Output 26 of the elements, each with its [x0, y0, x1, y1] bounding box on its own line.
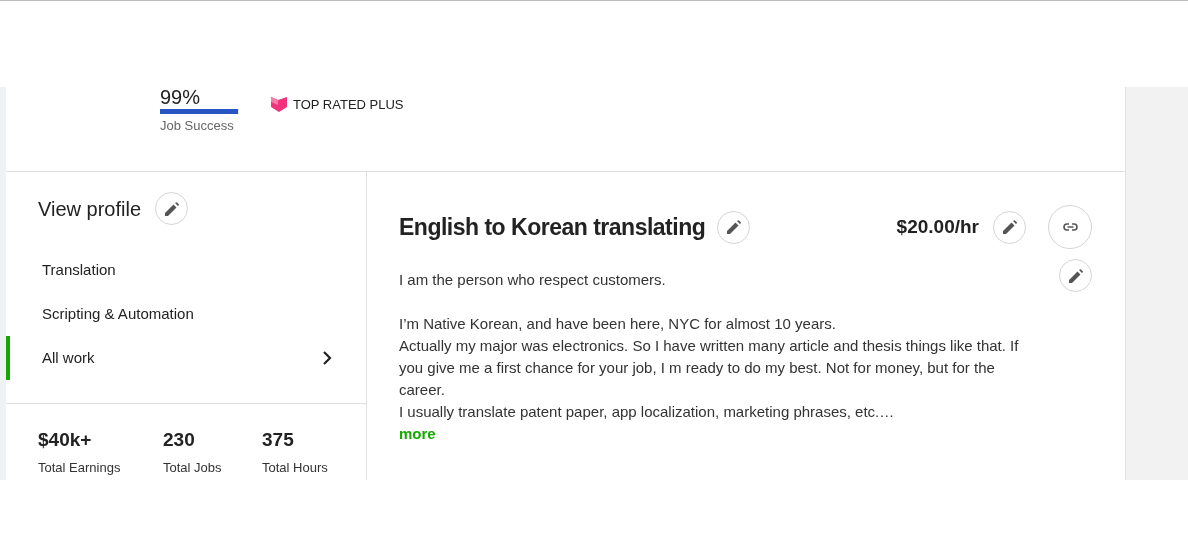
- badge-icon: [271, 97, 287, 113]
- top-rated-badge-label: TOP RATED PLUS: [293, 96, 404, 114]
- stat-value: 375: [262, 428, 295, 452]
- sidebar-item[interactable]: Scripting & Automation: [6, 292, 366, 336]
- stat-label: Total Hours: [262, 458, 329, 477]
- stat-value: $40k+: [38, 428, 93, 452]
- edit-icon: [1068, 268, 1083, 283]
- description-paragraph: I’m Native Korean, and have been here, NYC for almost 10 years.: [399, 314, 837, 334]
- chevron-right-icon: [322, 350, 332, 366]
- job-success-label: Job Success: [160, 117, 235, 135]
- edit-icon: [1002, 220, 1017, 234]
- description-paragraph: Actually my major was electronics. So I have written many article and thesis things like that. If you give me a first chance for your job, I m ready to do my best. Not for money, but for the career.: [399, 336, 1019, 400]
- description-paragraph: I usually translate patent paper, app localization, marketing phrases, etc.…: [399, 402, 896, 422]
- job-success-value: 99%: [160, 87, 202, 107]
- stat-label: Total Jobs: [163, 458, 223, 477]
- hourly-rate: $20.00/hr: [896, 214, 979, 239]
- profile-title: English to Korean translating: [399, 212, 706, 242]
- stat-value: 230: [163, 428, 196, 452]
- description-paragraph: I am the person who respect customers.: [399, 270, 667, 290]
- edit-icon: [164, 201, 179, 216]
- edit-icon: [726, 220, 741, 234]
- stat-label: Total Earnings: [38, 458, 122, 477]
- link-icon: [1062, 223, 1078, 231]
- sidebar-item[interactable]: Translation: [6, 248, 366, 292]
- sidebar-item[interactable]: All work: [6, 336, 366, 380]
- view-profile-heading[interactable]: View profile: [38, 193, 142, 224]
